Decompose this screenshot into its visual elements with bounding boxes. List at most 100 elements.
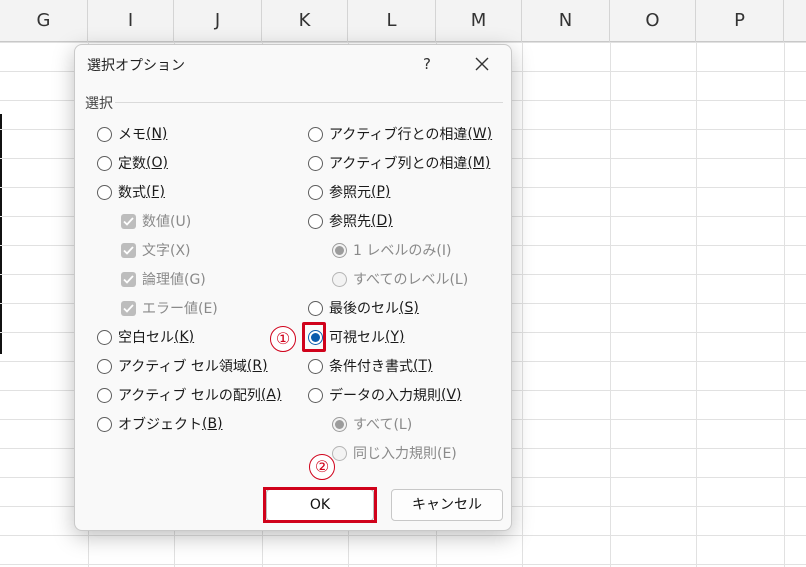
radio-icon[interactable]: [308, 300, 323, 316]
radio-icon: [332, 242, 347, 258]
left-option-8[interactable]: アクティブ セル領域 (R): [97, 355, 268, 377]
left-option-10[interactable]: オブジェクト (B): [97, 413, 223, 435]
option-label: アクティブ列との相違: [329, 156, 468, 172]
option-access-key: (R): [246, 358, 268, 374]
option-label: メモ: [118, 127, 146, 143]
right-option-9[interactable]: データの入力規則 (V): [308, 384, 462, 406]
ok-button-highlight: [263, 487, 377, 523]
column-header-p[interactable]: P: [696, 0, 784, 42]
dialog-title: 選択オプション: [87, 58, 185, 74]
cancel-button[interactable]: キャンセル: [391, 489, 503, 521]
option-access-key: (F): [146, 184, 165, 200]
right-option-6[interactable]: 最後のセル (S): [308, 297, 419, 319]
left-option-6: エラー値(E): [121, 297, 218, 319]
radio-icon[interactable]: [308, 126, 323, 142]
row-gridline: [0, 42, 806, 43]
column-header-l[interactable]: L: [348, 0, 436, 42]
radio-icon: [332, 416, 347, 432]
close-icon: [475, 57, 489, 71]
option-access-key: (M): [467, 155, 491, 171]
visible-cells-highlight: [302, 322, 326, 352]
radio-icon[interactable]: [308, 358, 323, 374]
help-button[interactable]: ?: [415, 51, 439, 77]
column-header-m[interactable]: M: [436, 0, 522, 42]
radio-icon[interactable]: [97, 387, 112, 403]
option-label: アクティブ セル領域: [118, 359, 247, 375]
option-label: 数式: [118, 185, 146, 201]
radio-icon[interactable]: [97, 358, 112, 374]
radio-icon: [332, 271, 347, 287]
option-access-key: (A): [260, 387, 282, 403]
option-label: オブジェクト: [118, 417, 202, 433]
option-label: 参照先: [329, 214, 371, 230]
option-label: 最後のセル: [329, 301, 399, 317]
option-access-key: (S): [399, 300, 419, 316]
option-label: 同じ入力規則(E): [353, 446, 457, 462]
checkbox-icon: [121, 300, 136, 316]
option-label: 可視セル: [329, 330, 385, 346]
right-option-11: 同じ入力規則(E): [332, 442, 457, 464]
option-access-key: (Y): [385, 329, 405, 345]
option-label: アクティブ セルの配列: [118, 388, 261, 404]
right-option-3[interactable]: 参照先 (D): [308, 210, 393, 232]
column-gridline: [696, 42, 697, 567]
left-option-9[interactable]: アクティブ セルの配列 (A): [97, 384, 281, 406]
right-option-10: すべて(L): [332, 413, 412, 435]
radio-icon[interactable]: [97, 416, 112, 432]
right-option-5: すべてのレベル(L): [332, 268, 468, 290]
column-header-j[interactable]: J: [174, 0, 262, 42]
option-label: 定数: [118, 156, 146, 172]
column-header-i[interactable]: I: [88, 0, 174, 42]
option-label: すべてのレベル(L): [353, 272, 469, 288]
option-label: 条件付き書式: [329, 359, 413, 375]
column-header-row: G I J K L M N O P: [0, 0, 806, 42]
option-access-key: (V): [441, 387, 462, 403]
left-option-5: 論理値(G): [121, 268, 206, 290]
group-divider: [115, 102, 503, 103]
left-option-0[interactable]: メモ (N): [97, 123, 167, 145]
right-option-8[interactable]: 条件付き書式 (T): [308, 355, 432, 377]
left-option-7[interactable]: 空白セル (K): [97, 326, 194, 348]
column-header-k[interactable]: K: [262, 0, 348, 42]
option-label: エラー値(E): [142, 301, 218, 317]
radio-icon[interactable]: [308, 184, 323, 200]
row-gridline: [0, 535, 806, 536]
option-label: 論理値(G): [142, 272, 206, 288]
option-label: データの入力規則: [329, 388, 441, 404]
option-access-key: (N): [146, 126, 168, 142]
option-label: 数値(U): [142, 214, 192, 230]
option-access-key: (W): [467, 126, 493, 142]
column-gridline: [522, 42, 523, 567]
checkbox-icon: [121, 213, 136, 229]
column-gridline: [610, 42, 611, 567]
radio-icon[interactable]: [308, 155, 323, 171]
option-access-key: (K): [174, 329, 195, 345]
column-header-o[interactable]: O: [610, 0, 696, 42]
radio-icon[interactable]: [308, 213, 323, 229]
right-option-0[interactable]: アクティブ行との相違 (W): [308, 123, 492, 145]
radio-icon[interactable]: [308, 387, 323, 403]
option-label: 空白セル: [118, 330, 174, 346]
column-header-g[interactable]: G: [0, 0, 88, 42]
step-2-badge: ②: [309, 454, 335, 480]
column-gridline: [784, 42, 785, 567]
option-label: アクティブ行との相違: [329, 127, 468, 143]
select-options-dialog: 選択オプション ? 選択 メモ (N) 定数 (O) 数式 (F) 数値(U) 文字(X) 論理…: [74, 44, 512, 531]
right-option-2[interactable]: 参照元 (P): [308, 181, 390, 203]
left-option-2[interactable]: 数式 (F): [97, 181, 165, 203]
option-access-key: (T): [413, 358, 433, 374]
right-option-4: 1 レベルのみ(I): [332, 239, 451, 261]
radio-icon[interactable]: [97, 155, 112, 171]
radio-icon[interactable]: [97, 184, 112, 200]
right-option-1[interactable]: アクティブ列との相違 (M): [308, 152, 490, 174]
option-access-key: (D): [371, 213, 393, 229]
radio-icon[interactable]: [97, 126, 112, 142]
radio-icon[interactable]: [97, 329, 112, 345]
step-1-badge: ①: [270, 326, 296, 352]
option-label: 文字(X): [142, 243, 191, 259]
left-option-1[interactable]: 定数 (O): [97, 152, 168, 174]
column-header-n[interactable]: N: [522, 0, 610, 42]
checkbox-icon: [121, 242, 136, 258]
close-button[interactable]: [467, 51, 497, 77]
selection-group-label: 選択: [85, 96, 113, 112]
